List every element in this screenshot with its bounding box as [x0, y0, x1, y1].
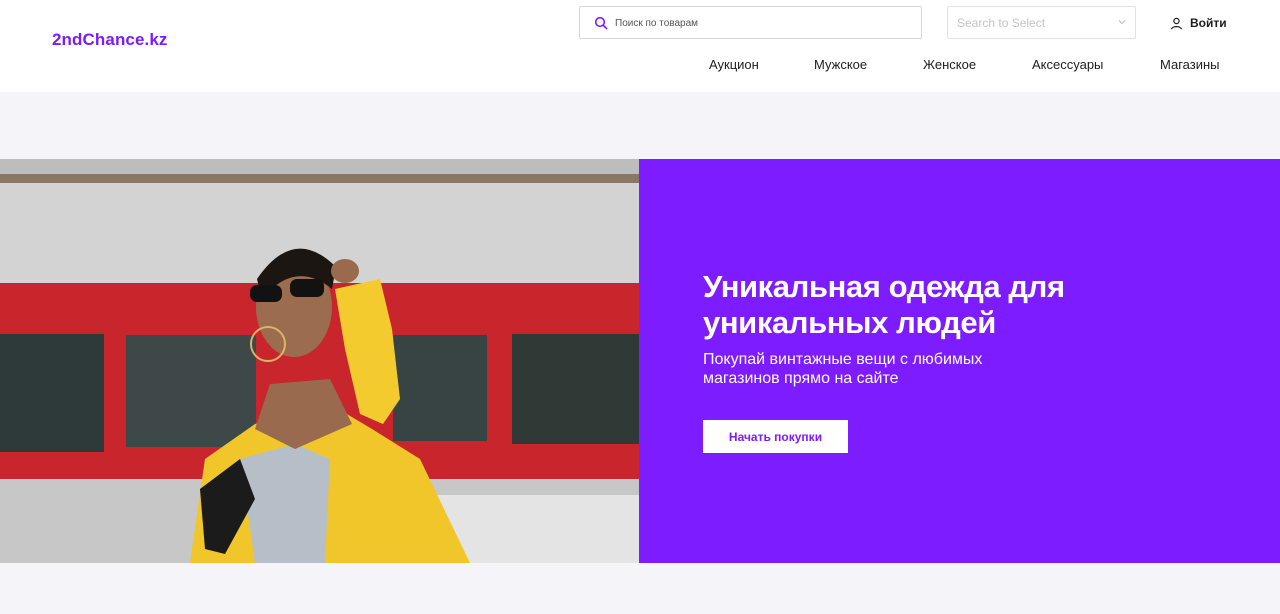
chevron-down-icon — [1118, 20, 1126, 25]
nav-accessories[interactable]: Аксессуары — [1032, 57, 1103, 72]
search-box[interactable] — [579, 6, 922, 39]
hero-image — [0, 159, 639, 563]
search-icon — [594, 16, 608, 30]
hero-photo-illustration — [0, 159, 639, 563]
login-label: Войти — [1190, 16, 1227, 30]
user-icon — [1171, 17, 1182, 29]
start-shopping-button[interactable]: Начать покупки — [703, 420, 848, 453]
select-placeholder: Search to Select — [957, 16, 1046, 30]
nav-auction[interactable]: Аукцион — [709, 57, 759, 72]
hero-subtitle: Покупай винтажные вещи с любимых магазин… — [703, 351, 983, 387]
hero-promo: Уникальная одежда для уникальных людей П… — [639, 159, 1280, 563]
nav-stores[interactable]: Магазины — [1160, 57, 1220, 72]
nav-women[interactable]: Женское — [923, 57, 976, 72]
site-header: 2ndChance.kz Search to Select Войти Аукц… — [0, 0, 1280, 92]
hero-banner: Уникальная одежда для уникальных людей П… — [0, 159, 1280, 563]
login-button[interactable]: Войти — [1170, 14, 1227, 32]
search-input[interactable] — [615, 13, 905, 33]
nav-men[interactable]: Мужское — [814, 57, 867, 72]
hero-title: Уникальная одежда для уникальных людей — [703, 269, 1065, 340]
search-select[interactable]: Search to Select — [947, 6, 1136, 39]
logo[interactable]: 2ndChance.kz — [52, 30, 168, 50]
